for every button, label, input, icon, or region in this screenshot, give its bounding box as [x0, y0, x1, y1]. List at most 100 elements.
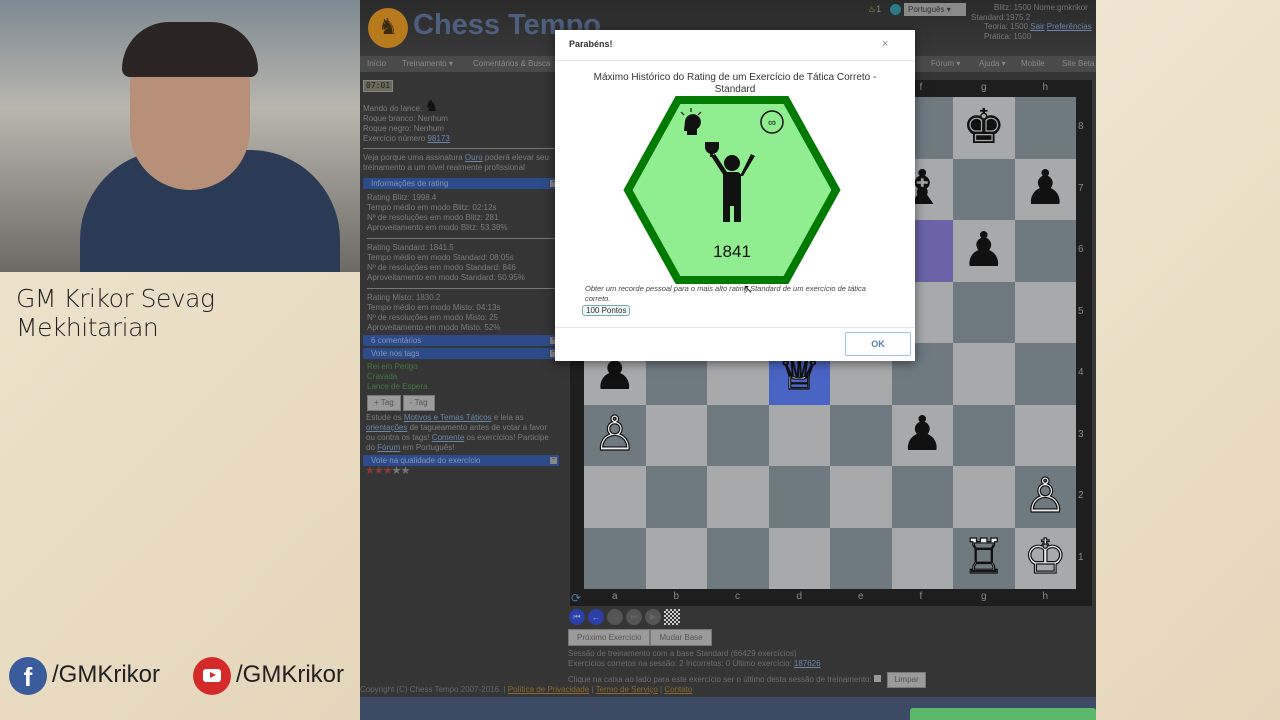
square-b3[interactable] [645, 404, 707, 466]
menu-comentarios[interactable]: Comentários & Busca [473, 56, 550, 72]
privacy-link[interactable]: Política de Privacidade [508, 685, 589, 694]
terms-link[interactable]: Termo de Serviço [596, 685, 658, 694]
contact-link[interactable]: Contato [664, 685, 692, 694]
timer: 07:01 [363, 80, 394, 92]
exercise-info: 07:01 Mando do lance: ♞ Roque branco: Ne… [363, 80, 559, 173]
star-icon[interactable]: ★ [401, 465, 411, 477]
rank-label: 1 [1078, 551, 1084, 563]
square-g7[interactable] [953, 158, 1015, 220]
clear-button[interactable]: Limpar [887, 672, 926, 688]
previous-move-icon[interactable]: ← [588, 609, 604, 625]
play-icon[interactable]: ▶ [645, 609, 661, 625]
square-e1[interactable] [830, 527, 892, 589]
square-g8[interactable]: ♚ [953, 97, 1015, 159]
rating-info-header[interactable]: Informações de rating − [363, 178, 559, 189]
change-base-button[interactable]: Mudar Base [650, 629, 712, 646]
square-d1[interactable] [768, 527, 830, 589]
square-h8[interactable] [1014, 97, 1076, 159]
menu-treinamento[interactable]: Treinamento ▾ [402, 56, 453, 72]
last-move-icon[interactable]: ⏭ [626, 609, 642, 625]
achievement-heading: Máximo Histórico do Rating de um Exercíc… [593, 72, 877, 95]
piece-f3[interactable]: ♟ [901, 411, 944, 459]
rank-label: 7 [1078, 182, 1084, 194]
comments-header[interactable]: 6 comentários + [363, 335, 559, 346]
next-move-icon[interactable]: → [607, 609, 623, 625]
quality-header[interactable]: Vote na qualidade do exercício − [363, 455, 559, 466]
last-exercise-checkbox[interactable] [873, 675, 881, 682]
guidelines-link[interactable]: orientações [366, 423, 407, 432]
square-c1[interactable] [707, 527, 769, 589]
tag-item[interactable]: Lance de Espera [367, 382, 555, 392]
square-d2[interactable] [768, 466, 830, 528]
last-exercise-link[interactable]: 187626 [794, 659, 821, 668]
notification-icon[interactable]: ♨1 [868, 4, 881, 15]
motifs-link[interactable]: Motivos e Temas Táticos [404, 413, 492, 422]
square-c3[interactable] [707, 404, 769, 466]
square-g5[interactable] [953, 281, 1015, 343]
language-select[interactable]: Português ▾ [904, 3, 966, 16]
quality-stars[interactable]: ★★★★★ [363, 465, 559, 477]
comment-link[interactable]: Comente [432, 433, 464, 442]
piece-h7[interactable]: ♟ [1024, 165, 1067, 213]
square-h4[interactable] [1014, 343, 1076, 405]
board-style-icon[interactable] [664, 609, 680, 625]
forum-link[interactable]: Fórum [377, 443, 400, 452]
exercise-link[interactable]: 98173 [427, 134, 449, 143]
square-e2[interactable] [830, 466, 892, 528]
piece-h2[interactable]: ♙ [1023, 472, 1067, 521]
square-g1[interactable]: ♖ [953, 527, 1015, 589]
file-label: d [796, 591, 803, 602]
logout-link[interactable]: Sair [1030, 22, 1044, 31]
tag-item[interactable]: Rei em Perigo [367, 362, 555, 372]
star-icon[interactable]: ★ [374, 465, 384, 477]
menu-ajuda[interactable]: Ajuda ▾ [979, 56, 1006, 72]
square-g4[interactable] [953, 343, 1015, 405]
next-exercise-button[interactable]: Próximo Exercício [568, 629, 651, 646]
tag-item[interactable]: Cravada [367, 372, 555, 382]
star-icon[interactable]: ★ [365, 465, 375, 477]
piece-a3[interactable]: ♙ [593, 410, 637, 459]
square-h2[interactable]: ♙ [1014, 466, 1076, 528]
square-g6[interactable]: ♟ [953, 220, 1015, 282]
square-h5[interactable] [1014, 281, 1076, 343]
square-h3[interactable] [1014, 404, 1076, 466]
menu-mobile[interactable]: Mobile [1021, 56, 1045, 72]
square-g2[interactable] [953, 466, 1015, 528]
square-f1[interactable] [891, 527, 953, 589]
piece-g1[interactable]: ♖ [962, 533, 1006, 582]
preferences-link[interactable]: Preferências [1047, 22, 1092, 31]
close-icon[interactable]: × [882, 38, 888, 50]
square-b1[interactable] [645, 527, 707, 589]
square-a3[interactable]: ♙ [584, 404, 646, 466]
piece-g8[interactable]: ♚ [962, 103, 1005, 152]
flip-board-icon[interactable]: ⟳ [571, 591, 581, 605]
menu-inicio[interactable]: Início [367, 56, 386, 72]
file-label: b [673, 591, 680, 602]
square-a1[interactable] [584, 527, 646, 589]
piece-h1[interactable]: ♔ [1023, 533, 1067, 582]
tags-header[interactable]: Vote nos tags − [363, 348, 559, 359]
menu-forum[interactable]: Fórum ▾ [931, 56, 960, 72]
square-a2[interactable] [584, 466, 646, 528]
square-b2[interactable] [645, 466, 707, 528]
piece-g6[interactable]: ♟ [962, 226, 1005, 275]
streamer-panel: GM Krikor Sevag Mekhitarian f /GMKrikor … [0, 0, 360, 720]
square-c2[interactable] [707, 466, 769, 528]
gold-link[interactable]: Ouro [465, 153, 483, 162]
square-e3[interactable] [830, 404, 892, 466]
add-tag-button[interactable]: + Tag [367, 395, 401, 411]
ok-button[interactable]: OK [845, 332, 911, 356]
remove-tag-button[interactable]: - Tag [402, 395, 435, 411]
square-h7[interactable]: ♟ [1014, 158, 1076, 220]
menu-site-beta[interactable]: Site Beta [1062, 56, 1094, 72]
square-d3[interactable] [768, 404, 830, 466]
rating-info-panel: Informações de rating − Rating Blitz: 199… [363, 178, 559, 477]
square-f2[interactable] [891, 466, 953, 528]
star-icon[interactable]: ★ [383, 465, 393, 477]
star-icon[interactable]: ★ [392, 465, 402, 477]
square-h1[interactable]: ♔ [1014, 527, 1076, 589]
square-f3[interactable]: ♟ [891, 404, 953, 466]
square-h6[interactable] [1014, 220, 1076, 282]
square-g3[interactable] [953, 404, 1015, 466]
first-move-icon[interactable]: ⏮ [569, 609, 585, 625]
